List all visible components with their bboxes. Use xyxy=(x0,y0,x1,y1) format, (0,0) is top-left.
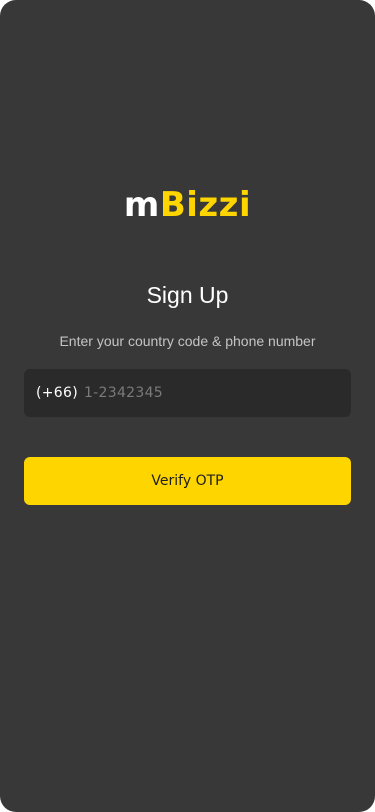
phone-field[interactable]: (+66) xyxy=(24,369,351,417)
country-code[interactable]: (+66) xyxy=(36,385,78,401)
page-subtitle: Enter your country code & phone number xyxy=(59,333,316,349)
page-title: Sign Up xyxy=(146,282,229,308)
mbizzi-logo: mBizzi xyxy=(0,183,375,227)
logo-prefix: m xyxy=(123,185,160,225)
phone-number-input[interactable] xyxy=(83,385,351,401)
verify-otp-button[interactable]: Verify OTP xyxy=(24,457,351,505)
signup-screen: mBizzi Sign Up Enter your country code &… xyxy=(0,0,375,812)
logo-suffix: Bizzi xyxy=(159,185,252,225)
